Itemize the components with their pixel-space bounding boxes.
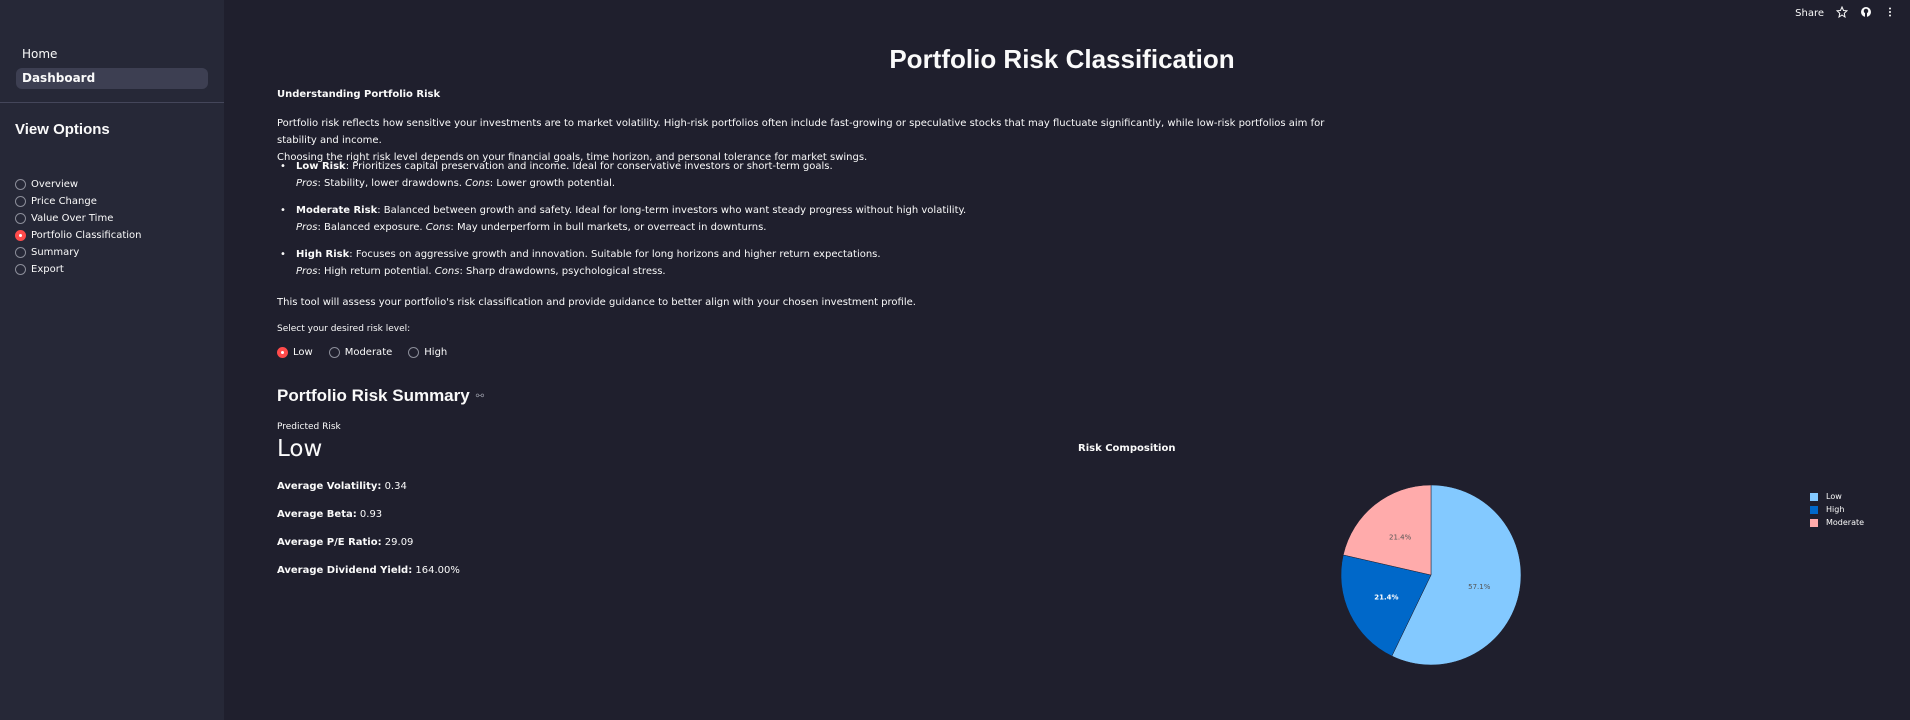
chart-title: Risk Composition xyxy=(1078,443,1176,454)
risk-option-low[interactable]: Low xyxy=(277,347,313,358)
stat-average-volatility: Average Volatility: 0.34 xyxy=(277,481,407,492)
view-option-label: Value Over Time xyxy=(31,213,114,224)
stat-label: Average P/E Ratio: xyxy=(277,537,382,548)
legend-item-high[interactable]: High xyxy=(1810,503,1864,516)
risk-level-radio-group: Low Moderate High xyxy=(277,347,459,358)
predicted-risk-value: Low xyxy=(277,436,323,462)
risk-summary-heading: Portfolio Risk Summary ⚯ xyxy=(277,386,484,406)
view-option-label: Portfolio Classification xyxy=(31,230,142,241)
risk-option-label: High xyxy=(424,347,448,358)
legend-label: Low xyxy=(1826,492,1842,501)
pie-slice-label: 21.4% xyxy=(1374,593,1398,601)
legend-item-low[interactable]: Low xyxy=(1810,490,1864,503)
stat-value: 0.34 xyxy=(381,481,407,492)
list-item-high-risk: High Risk: Focuses on aggressive growth … xyxy=(277,246,966,280)
bullet-title: Moderate Risk xyxy=(296,205,378,216)
pros-text: : Balanced exposure. xyxy=(317,222,426,233)
risk-composition-pie-chart[interactable]: 57.1% 21.4% 21.4% xyxy=(1318,475,1558,715)
legend-label: High xyxy=(1826,505,1845,514)
github-icon[interactable] xyxy=(1860,6,1872,21)
risk-level-prompt: Select your desired risk level: xyxy=(277,324,411,334)
cons-label: Cons xyxy=(425,222,451,233)
stat-label: Average Dividend Yield: xyxy=(277,565,413,576)
view-option-label: Export xyxy=(31,264,64,275)
nav-home[interactable]: Home xyxy=(16,44,208,65)
predicted-risk-label: Predicted Risk xyxy=(277,422,341,432)
understanding-heading: Understanding Portfolio Risk xyxy=(277,89,441,100)
chart-legend: Low High Moderate xyxy=(1810,490,1864,529)
bullet-desc: : Prioritizes capital preservation and i… xyxy=(345,161,833,172)
legend-swatch xyxy=(1810,518,1818,527)
legend-item-moderate[interactable]: Moderate xyxy=(1810,516,1864,529)
sidebar: Home Dashboard View Options Overview Pri… xyxy=(0,0,224,720)
radio-icon[interactable] xyxy=(15,196,26,207)
risk-option-moderate[interactable]: Moderate xyxy=(328,347,393,358)
intro-line-1: Portfolio risk reflects how sensitive yo… xyxy=(277,118,1325,146)
risk-option-label: Low xyxy=(293,347,313,358)
view-options-radio-group: Overview Price Change Value Over Time Po… xyxy=(15,176,141,278)
pros-text: : High return potential. xyxy=(317,266,435,277)
view-option-label: Price Change xyxy=(31,196,97,207)
radio-icon[interactable] xyxy=(15,213,26,224)
pie-slice-label: 57.1% xyxy=(1468,583,1491,591)
view-option-portfolio-classification[interactable]: Portfolio Classification xyxy=(15,227,141,244)
bullet-desc: : Balanced between growth and safety. Id… xyxy=(377,205,967,216)
radio-selected-icon[interactable] xyxy=(277,347,288,358)
stat-value: 164.00% xyxy=(412,565,460,576)
view-option-label: Summary xyxy=(31,247,80,258)
risk-option-label: Moderate xyxy=(344,347,393,358)
legend-swatch xyxy=(1810,505,1818,514)
radio-icon[interactable] xyxy=(15,264,26,275)
view-option-price-change[interactable]: Price Change xyxy=(15,193,141,210)
tool-description: This tool will assess your portfolio's r… xyxy=(277,297,916,308)
more-vertical-icon[interactable] xyxy=(1884,6,1896,21)
radio-selected-icon[interactable] xyxy=(15,230,26,241)
top-toolbar: Share xyxy=(1795,6,1896,21)
view-options-title: View Options xyxy=(15,121,110,138)
bullet-desc: : Focuses on aggressive growth and innov… xyxy=(349,249,881,260)
cons-label: Cons xyxy=(434,266,460,277)
bullet-title: High Risk xyxy=(296,249,350,260)
view-option-value-over-time[interactable]: Value Over Time xyxy=(15,210,141,227)
legend-label: Moderate xyxy=(1826,518,1865,527)
view-option-label: Overview xyxy=(31,179,79,190)
legend-swatch xyxy=(1810,492,1818,501)
sidebar-divider xyxy=(0,102,224,103)
pros-label: Pros xyxy=(296,222,318,233)
star-icon[interactable] xyxy=(1836,6,1848,21)
stat-label: Average Volatility: xyxy=(277,481,382,492)
stat-average-beta: Average Beta: 0.93 xyxy=(277,509,382,520)
risk-summary-title: Portfolio Risk Summary xyxy=(277,386,470,405)
stat-value: 29.09 xyxy=(381,537,414,548)
pros-text: : Stability, lower drawdowns. xyxy=(317,178,466,189)
stat-label: Average Beta: xyxy=(277,509,357,520)
radio-icon[interactable] xyxy=(408,347,420,358)
cons-label: Cons xyxy=(465,178,490,189)
sidebar-nav: Home Dashboard xyxy=(0,0,224,89)
bullet-title: Low Risk xyxy=(296,161,346,172)
risk-level-list: Low Risk: Prioritizes capital preservati… xyxy=(277,158,966,290)
radio-icon[interactable] xyxy=(15,179,26,190)
cons-text: : May underperform in bull markets, or o… xyxy=(450,222,767,233)
cons-text: : Lower growth potential. xyxy=(489,178,616,189)
radio-icon[interactable] xyxy=(328,347,340,358)
list-item-moderate-risk: Moderate Risk: Balanced between growth a… xyxy=(277,202,966,236)
view-option-summary[interactable]: Summary xyxy=(15,244,141,261)
stat-average-dividend-yield: Average Dividend Yield: 164.00% xyxy=(277,565,460,576)
view-option-export[interactable]: Export xyxy=(15,261,141,278)
anchor-link-icon[interactable]: ⚯ xyxy=(476,391,484,402)
risk-option-high[interactable]: High xyxy=(408,347,447,358)
page-title: Portfolio Risk Classification xyxy=(889,44,1235,74)
list-item-low-risk: Low Risk: Prioritizes capital preservati… xyxy=(277,158,966,192)
view-option-overview[interactable]: Overview xyxy=(15,176,141,193)
radio-icon[interactable] xyxy=(15,247,26,258)
pros-label: Pros xyxy=(296,266,318,277)
pie-slice-label: 21.4% xyxy=(1389,533,1412,541)
nav-dashboard[interactable]: Dashboard xyxy=(16,68,208,89)
cons-text: : Sharp drawdowns, psychological stress. xyxy=(459,266,666,277)
share-button[interactable]: Share xyxy=(1795,8,1824,19)
stat-average-pe-ratio: Average P/E Ratio: 29.09 xyxy=(277,537,413,548)
stat-value: 0.93 xyxy=(356,509,383,520)
pros-label: Pros xyxy=(296,178,318,189)
